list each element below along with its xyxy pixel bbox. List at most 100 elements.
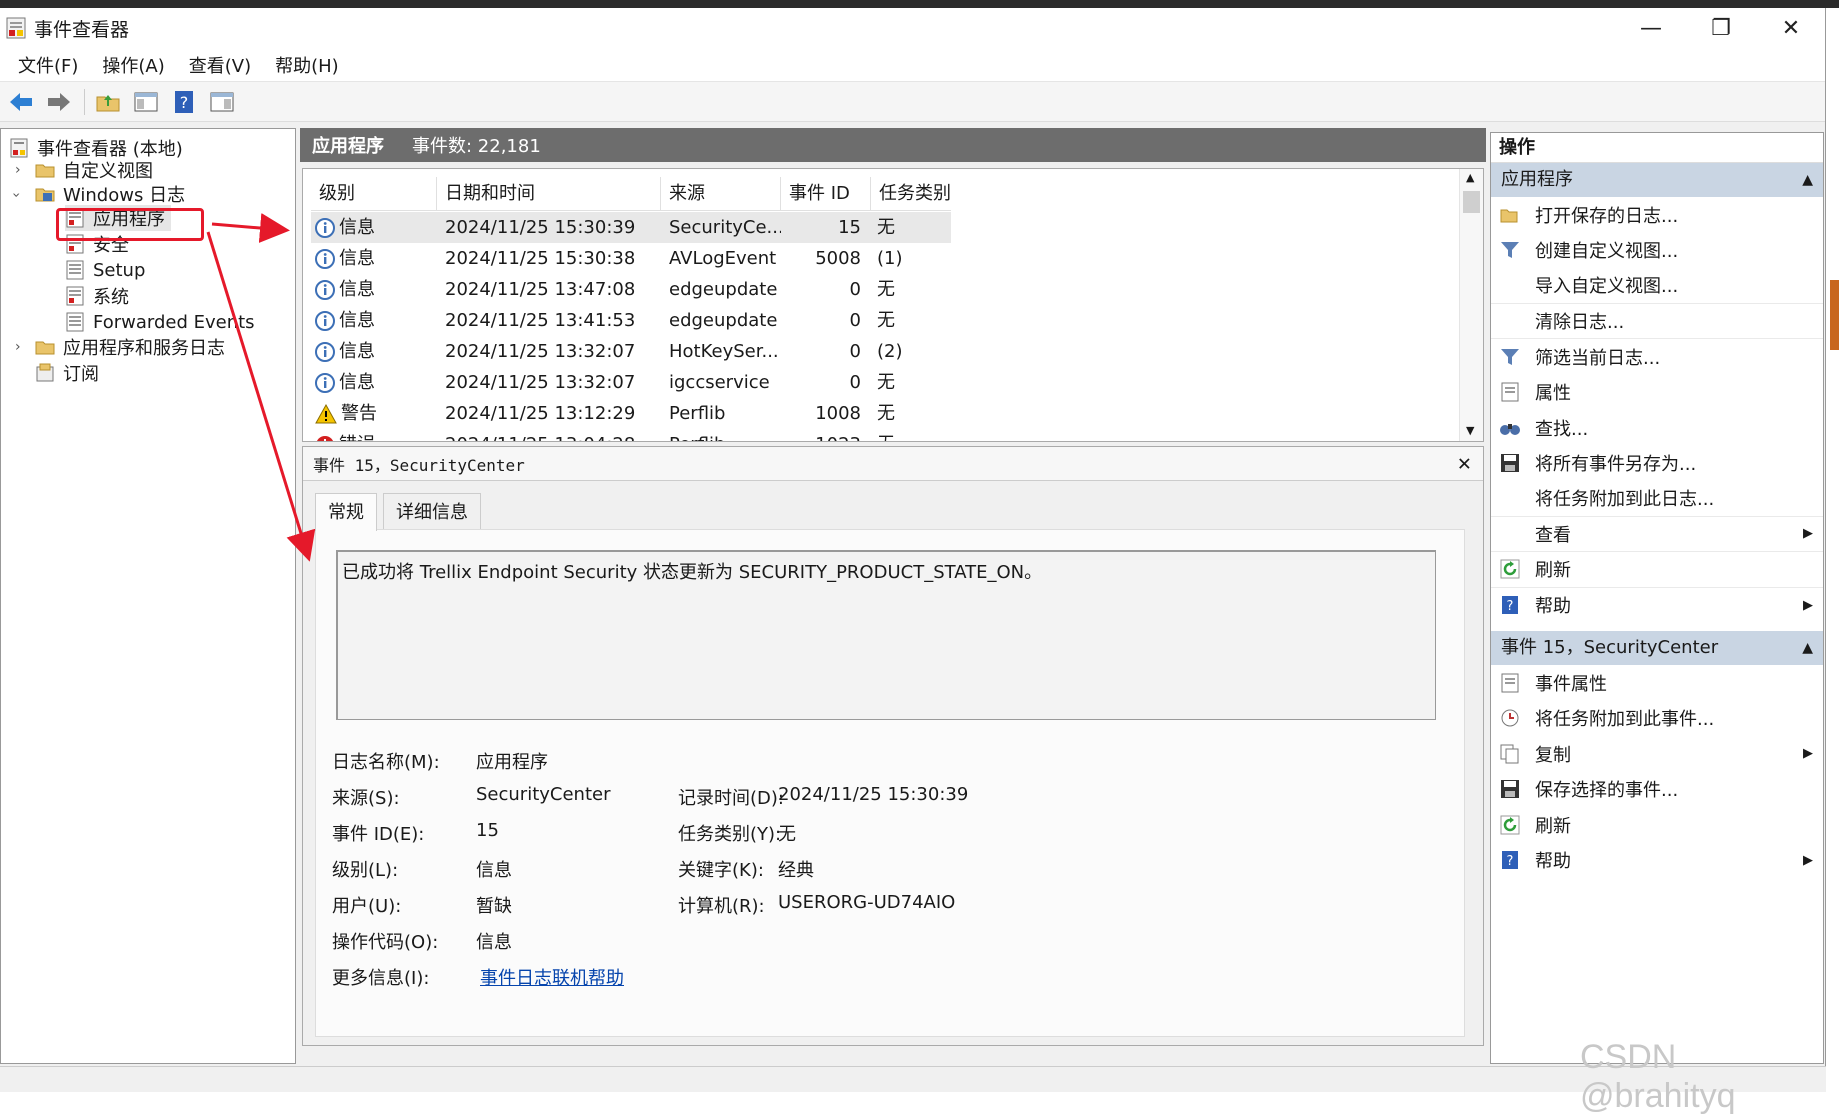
tree-setup[interactable]: Setup	[65, 257, 145, 283]
event-detail-title-bar: 事件 15，SecurityCenter ✕	[303, 447, 1483, 481]
refresh-action[interactable]: 刷新	[1491, 807, 1823, 843]
event-actions: 事件属性将任务附加到此事件... 复制 ▶ 保存选择的事件... 刷新? 帮助 ▶	[1491, 665, 1823, 878]
toolbar-separator	[84, 88, 85, 115]
expand-chevron-icon[interactable]: ›	[15, 162, 21, 178]
forward-button[interactable]	[44, 87, 74, 117]
find-action[interactable]: 查找...	[1491, 410, 1823, 446]
event-row[interactable]: 信息 2024/11/25 13:32:07 igccservice 0 无	[311, 367, 951, 398]
event-date-cell: 2024/11/25 15:30:39	[445, 217, 636, 238]
event-properties-action[interactable]: 事件属性	[1491, 665, 1823, 701]
event-viewer-icon	[10, 138, 28, 158]
action-label: 事件属性	[1535, 673, 1607, 695]
log-name-value: 应用程序	[476, 752, 548, 773]
col-date[interactable]: 日期和时间	[437, 177, 661, 211]
event-id-cell: 0	[849, 310, 861, 331]
info-icon	[315, 279, 335, 300]
folder-logs-icon	[35, 188, 55, 202]
attach-task-to-log-action[interactable]: 将任务附加到此日志...	[1491, 481, 1823, 517]
event-level-cell: 信息	[311, 336, 437, 367]
tab-details[interactable]: 详细信息	[383, 493, 481, 531]
collapse-up-icon[interactable]: ▲	[1802, 163, 1813, 197]
scroll-down-icon[interactable]: ▼	[1466, 424, 1474, 437]
help-action[interactable]: ? 帮助 ▶	[1491, 843, 1823, 879]
event-id-cell: 15	[838, 217, 861, 238]
up-folder-button[interactable]	[93, 87, 123, 117]
open-saved-log-action[interactable]: 打开保存的日志...	[1491, 197, 1823, 233]
help-button[interactable]: ?	[169, 87, 199, 117]
menu-view[interactable]: 查看(V)	[177, 52, 263, 78]
task-category-label: 任务类别(Y):	[678, 824, 782, 845]
close-detail-icon[interactable]: ✕	[1458, 451, 1471, 476]
expand-chevron-icon[interactable]: ›	[15, 339, 21, 355]
event-source-cell: edgeupdate	[669, 310, 778, 331]
menu-file[interactable]: 文件(F)	[6, 52, 90, 78]
tree-custom-views[interactable]: 自定义视图	[35, 157, 153, 183]
copy-action[interactable]: 复制 ▶	[1491, 736, 1823, 772]
minimize-button[interactable]: —	[1616, 8, 1686, 48]
tree-system[interactable]: 系统	[65, 283, 129, 309]
event-id-label: 事件 ID(E):	[332, 824, 425, 845]
actions-section-application[interactable]: 应用程序 ▲	[1491, 163, 1823, 197]
tab-general[interactable]: 常规	[315, 493, 377, 531]
event-row[interactable]: 信息 2024/11/25 13:41:53 edgeupdate 0 无	[311, 305, 951, 336]
actions-header: 操作	[1491, 133, 1823, 163]
scroll-up-icon[interactable]: ▲	[1466, 171, 1474, 184]
menu-action[interactable]: 操作(A)	[90, 52, 176, 78]
back-button[interactable]	[6, 87, 36, 117]
event-source-cell: edgeupdate	[669, 279, 778, 300]
clear-log-action[interactable]: 清除日志...	[1491, 304, 1823, 339]
attach-task-to-event-action[interactable]: 将任务附加到此事件...	[1491, 701, 1823, 737]
col-event-id[interactable]: 事件 ID	[781, 177, 871, 211]
properties-icon	[1499, 381, 1521, 403]
orange-edge-bar	[1830, 280, 1839, 350]
event-row[interactable]: 信息 2024/11/25 15:30:39 SecurityCe... 15 无	[311, 212, 951, 243]
event-level-text: 错误	[339, 429, 375, 441]
level-value: 信息	[476, 860, 512, 881]
tree-app-service-logs-label: 应用程序和服务日志	[63, 338, 225, 359]
menu-help[interactable]: 帮助(H)	[263, 52, 351, 78]
tree-app-service-logs[interactable]: 应用程序和服务日志	[35, 334, 225, 360]
close-window-button[interactable]: ✕	[1756, 8, 1826, 48]
actions-section-event[interactable]: 事件 15，SecurityCenter ▲	[1491, 631, 1823, 665]
event-viewer-window: 事件查看器 — ❐ ✕ 文件(F) 操作(A) 查看(V) 帮助(H) ? 事件…	[0, 8, 1826, 1092]
properties-action[interactable]: 属性	[1491, 375, 1823, 411]
event-row[interactable]: 警告 2024/11/25 13:12:29 Perflib 1008 无	[311, 398, 951, 429]
event-row[interactable]: 信息 2024/11/25 13:47:08 edgeupdate 0 无	[311, 274, 951, 305]
help-action[interactable]: ? 帮助 ▶	[1491, 588, 1823, 624]
show-hide-actions-button[interactable]	[207, 87, 237, 117]
event-row[interactable]: 信息 2024/11/25 15:30:38 AVLogEvent 5008 (1)	[311, 243, 951, 274]
show-hide-tree-button[interactable]	[131, 87, 161, 117]
event-row[interactable]: 信息 2024/11/25 13:32:07 HotKeySer... 0 (2)	[311, 336, 951, 367]
view-action[interactable]: 查看 ▶	[1491, 517, 1823, 552]
col-source[interactable]: 来源	[661, 177, 781, 211]
tree-windows-logs[interactable]: Windows 日志	[35, 181, 185, 207]
submenu-arrow-icon: ▶	[1803, 526, 1813, 542]
event-list-scrollbar[interactable]: ▲ ▼	[1459, 169, 1483, 441]
collapse-up-icon[interactable]: ▲	[1802, 631, 1813, 665]
actions-section-application-label: 应用程序	[1501, 169, 1573, 190]
event-level-text: 信息	[339, 248, 375, 269]
col-level[interactable]: 级别	[311, 177, 437, 211]
tree-subscriptions[interactable]: 订阅	[35, 360, 99, 386]
refresh-action[interactable]: 刷新	[1491, 552, 1823, 588]
blank-icon	[1499, 310, 1521, 332]
action-label: 刷新	[1535, 560, 1571, 582]
restore-button[interactable]: ❐	[1686, 8, 1756, 48]
save-selected-events-action[interactable]: 保存选择的事件...	[1491, 772, 1823, 808]
collapse-chevron-icon[interactable]: ›	[8, 192, 24, 198]
create-custom-view-action[interactable]: 创建自定义视图...	[1491, 233, 1823, 269]
event-row[interactable]: 错误 2024/11/25 13:04:28Perflib1023无	[311, 429, 951, 441]
online-help-link[interactable]: 事件日志联机帮助	[480, 964, 624, 990]
log-icon	[66, 260, 84, 280]
import-custom-view-action[interactable]: 导入自定义视图...	[1491, 268, 1823, 304]
event-category-cell: 无	[877, 279, 895, 300]
save-all-events-action[interactable]: 将所有事件另存为...	[1491, 446, 1823, 482]
task-category-value: 无	[778, 824, 796, 845]
info-icon	[315, 341, 335, 362]
tree-forwarded-events[interactable]: Forwarded Events	[65, 309, 255, 335]
col-task-category[interactable]: 任务类别	[871, 177, 951, 211]
event-source-cell: HotKeySer...	[669, 341, 779, 362]
action-label: 帮助	[1535, 851, 1571, 873]
scroll-thumb[interactable]	[1463, 191, 1480, 213]
filter-log-action[interactable]: 筛选当前日志...	[1491, 339, 1823, 375]
